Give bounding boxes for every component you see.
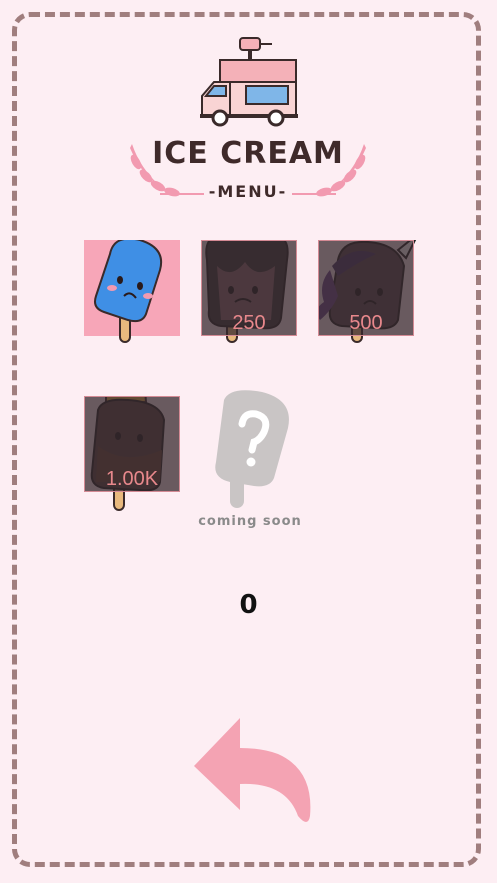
page-subtitle: -MENU- (208, 182, 288, 201)
blue-popsicle-icon (94, 240, 162, 343)
item-blue-popsicle[interactable] (84, 240, 184, 360)
page-title: ICE CREAM (152, 136, 344, 171)
item-unicorn-popsicle[interactable]: 500 (318, 240, 418, 360)
item-vampire-popsicle[interactable]: 250 (201, 240, 301, 360)
item-price: 500 (349, 312, 383, 334)
item-price: 1.00K (105, 468, 159, 490)
title-block: ICE CREAM -MENU- (120, 130, 376, 210)
back-arrow-icon[interactable] (190, 712, 314, 836)
item-price: 250 (232, 312, 266, 334)
question-mark-icon (215, 390, 289, 508)
coming-soon-item: coming soon (190, 388, 310, 538)
coming-soon-label: coming soon (198, 514, 302, 529)
item-king-popsicle[interactable]: 1.00K (84, 396, 184, 516)
score-counter: 0 (239, 590, 258, 620)
ice-cream-truck-icon (200, 37, 298, 127)
